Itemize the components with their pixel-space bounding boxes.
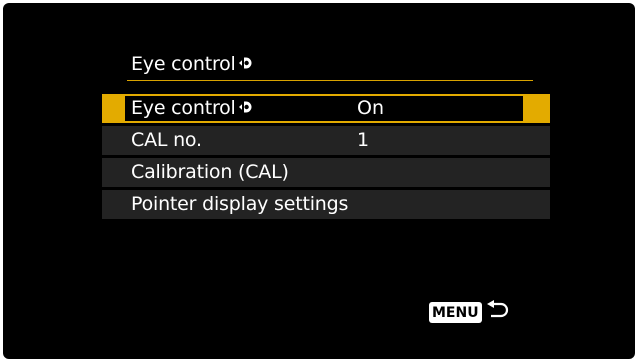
- menu-item-value: 1: [357, 129, 370, 151]
- menu-item-label: Calibration (CAL): [131, 161, 289, 183]
- header-divider: [127, 80, 533, 81]
- menu-item-label: Pointer display settings: [131, 193, 349, 215]
- menu-back-button[interactable]: MENU: [429, 298, 523, 326]
- eye-control-icon: [238, 98, 254, 120]
- menu-item-calibration[interactable]: Calibration (CAL): [102, 158, 550, 187]
- return-arrow-icon: [485, 300, 511, 324]
- menu-item-value: On: [357, 97, 384, 119]
- camera-menu-screen: Eye control Eye control On CAL no. 1 Cal…: [3, 3, 635, 359]
- menu-item-label: Eye control: [131, 97, 254, 120]
- menu-button-label: MENU: [429, 301, 482, 323]
- menu-item-eye-control[interactable]: Eye control On: [102, 94, 550, 123]
- menu-item-cal-no[interactable]: CAL no. 1: [102, 126, 550, 155]
- eye-control-icon: [238, 54, 254, 76]
- page-title: Eye control: [131, 53, 254, 76]
- menu-item-pointer-display-settings[interactable]: Pointer display settings: [102, 190, 550, 219]
- page-title-text: Eye control: [131, 53, 236, 75]
- menu-list: Eye control On CAL no. 1 Calibration (CA…: [102, 94, 550, 222]
- menu-item-label: CAL no.: [131, 129, 202, 151]
